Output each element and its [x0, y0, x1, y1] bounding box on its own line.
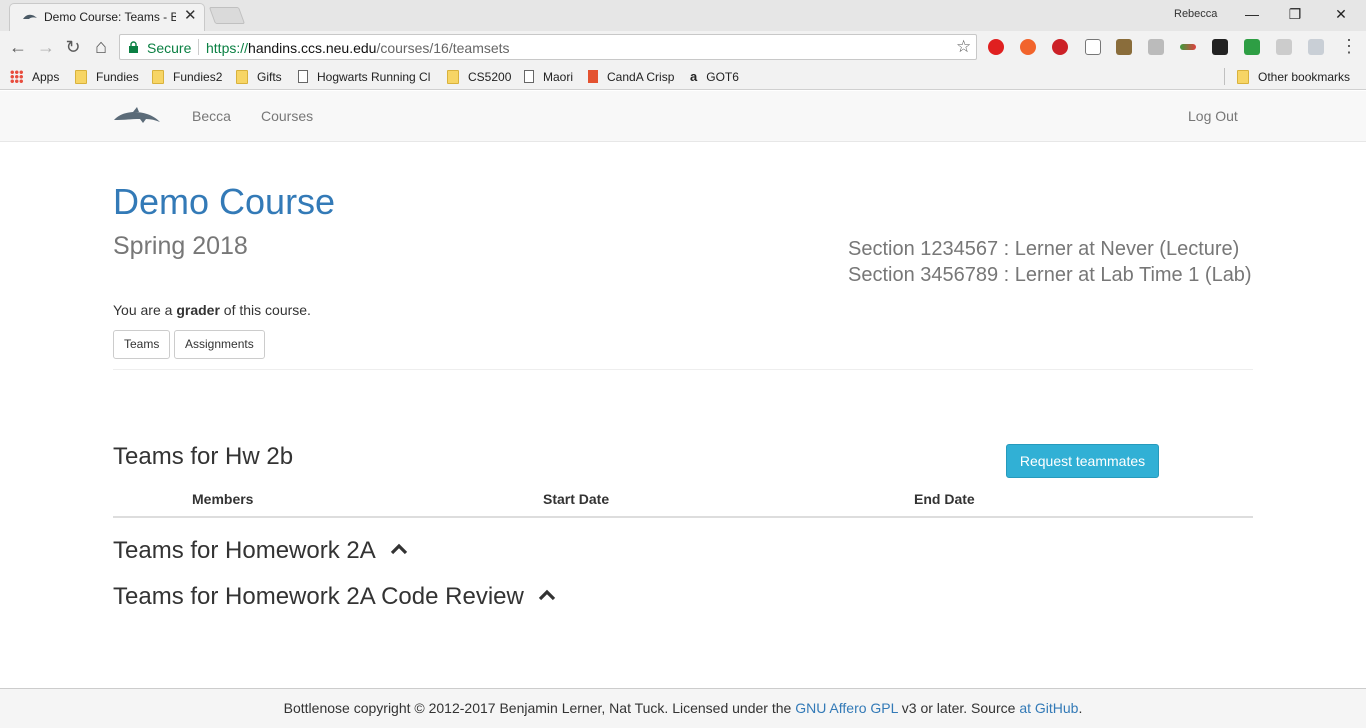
- section-divider: [113, 369, 1253, 370]
- url-path: /courses/16/teamsets: [376, 40, 510, 56]
- dolphin-favicon-icon: [23, 14, 37, 19]
- folder-icon: [1237, 69, 1249, 84]
- home-icon[interactable]: ⌂: [91, 37, 111, 57]
- bookmark-item[interactable]: CS5200: [447, 68, 511, 85]
- column-header-start-date: Start Date: [543, 491, 610, 507]
- teamset-title-homework-2a[interactable]: Teams for Homework 2A: [113, 537, 408, 565]
- opera-extension-icon[interactable]: [988, 39, 1004, 55]
- teamset-title-homework-2a-code-review[interactable]: Teams for Homework 2A Code Review: [113, 583, 556, 611]
- assignments-button[interactable]: Assignments: [174, 330, 265, 359]
- role-name: grader: [176, 302, 220, 318]
- browser-titlebar: Demo Course: Teams - Bottlenose ✕ Rebecc…: [0, 0, 1366, 31]
- footer-text: Bottlenose copyright © 2012-2017 Benjami…: [283, 700, 1083, 716]
- url-scheme: https://: [206, 40, 249, 56]
- address-bar[interactable]: Secure https://handins.ccs.neu.edu/cours…: [119, 34, 977, 60]
- text-extension-icon[interactable]: [1085, 39, 1101, 55]
- folder-icon: [447, 69, 459, 84]
- dropbox-extension-icon[interactable]: [1308, 39, 1324, 55]
- rainbow-extension-icon[interactable]: [1180, 44, 1196, 50]
- bookmark-apps[interactable]: Apps: [10, 68, 59, 85]
- url-host: handins.ccs.neu.edu: [248, 40, 377, 56]
- folder-icon: [152, 69, 164, 84]
- teams-button[interactable]: Teams: [113, 330, 171, 359]
- secure-label: Secure: [147, 40, 192, 56]
- bookmark-other[interactable]: Other bookmarks: [1237, 68, 1350, 85]
- bookmark-item[interactable]: Fundies: [75, 68, 139, 85]
- grey-extension-icon[interactable]: [1148, 39, 1164, 55]
- tab-close-icon[interactable]: ✕: [184, 8, 197, 24]
- browser-tab-active[interactable]: Demo Course: Teams - Bottlenose ✕: [9, 3, 205, 31]
- bookmark-item[interactable]: Fundies2: [152, 68, 222, 85]
- close-window-icon[interactable]: ✕: [1326, 4, 1356, 24]
- plant-extension-icon[interactable]: [1116, 39, 1132, 55]
- tab-title: Demo Course: Teams - Bottlenose: [44, 10, 176, 24]
- bottlenose-dolphin-logo-icon[interactable]: [113, 106, 161, 126]
- page-footer: Bottlenose copyright © 2012-2017 Benjami…: [0, 688, 1366, 728]
- browser-menu-icon[interactable]: ⋮: [1340, 37, 1358, 57]
- github-source-link[interactable]: at GitHub: [1019, 700, 1078, 716]
- folder-icon: [75, 69, 87, 84]
- license-link[interactable]: GNU Affero GPL: [795, 700, 898, 716]
- request-teammates-button[interactable]: Request teammates: [1006, 444, 1159, 478]
- alert-extension-icon[interactable]: [1020, 39, 1036, 55]
- cors-extension-icon[interactable]: [1244, 39, 1260, 55]
- bookmark-star-icon[interactable]: ☆: [956, 37, 971, 57]
- page-icon: [524, 70, 534, 83]
- bookmark-item[interactable]: Hogwarts Running Cl: [298, 68, 432, 85]
- teamset-title-hw2b: Teams for Hw 2b: [113, 443, 294, 470]
- section-line: Section 3456789 : Lerner at Lab Time 1 (…: [848, 264, 1252, 286]
- pinterest-extension-icon[interactable]: [1052, 39, 1068, 55]
- site-navbar: Becca Courses Log Out: [0, 91, 1366, 142]
- course-term: Spring 2018: [113, 232, 248, 260]
- page-icon: [298, 70, 308, 83]
- role-statement: You are a grader of this course.: [113, 302, 311, 318]
- dark-extension-icon[interactable]: [1212, 39, 1228, 55]
- chevron-up-icon[interactable]: [538, 589, 556, 601]
- course-sections: Section 1234567 : Lerner at Never (Lectu…: [848, 236, 1252, 288]
- forward-arrow-icon[interactable]: →: [36, 37, 56, 57]
- bookmark-item[interactable]: Gifts: [236, 68, 282, 85]
- restore-window-icon[interactable]: ❐: [1280, 4, 1310, 24]
- course-title[interactable]: Demo Course: [113, 181, 335, 223]
- bookmark-item[interactable]: CandA Crisp: [588, 68, 674, 85]
- column-header-members: Members: [192, 491, 254, 507]
- candacrisp-icon: [588, 70, 598, 83]
- apps-grid-icon: [10, 70, 23, 83]
- browser-toolbar: ← → ↻ ⌂ Secure https://handins.ccs.neu.e…: [0, 31, 1366, 63]
- bookmarks-bar: Apps Fundies Fundies2 Gifts Hogwarts Run…: [0, 63, 1366, 90]
- folder-icon: [236, 69, 248, 84]
- chevron-up-icon[interactable]: [390, 543, 408, 555]
- nav-logout-link[interactable]: Log Out: [1188, 108, 1238, 124]
- omnibox-divider: [198, 39, 199, 55]
- pdf-extension-icon[interactable]: [1276, 39, 1292, 55]
- bookmark-item[interactable]: Maori: [524, 68, 573, 85]
- bookmarks-divider: [1224, 68, 1225, 85]
- new-tab-button[interactable]: [208, 7, 246, 24]
- url-text[interactable]: https://handins.ccs.neu.edu/courses/16/t…: [206, 40, 510, 56]
- profile-name[interactable]: Rebecca: [1174, 8, 1217, 20]
- minimize-window-icon[interactable]: —: [1237, 4, 1267, 24]
- lock-icon: [129, 41, 138, 53]
- column-header-end-date: End Date: [914, 491, 975, 507]
- table-header-border: [113, 516, 1253, 518]
- reload-icon[interactable]: ↻: [63, 37, 83, 57]
- nav-courses-link[interactable]: Courses: [261, 108, 313, 124]
- section-line: Section 1234567 : Lerner at Never (Lectu…: [848, 238, 1240, 260]
- nav-user-link[interactable]: Becca: [192, 108, 231, 124]
- back-arrow-icon[interactable]: ←: [8, 37, 28, 57]
- bookmark-item[interactable]: a GOT6: [690, 68, 739, 85]
- amazon-icon: a: [690, 69, 698, 84]
